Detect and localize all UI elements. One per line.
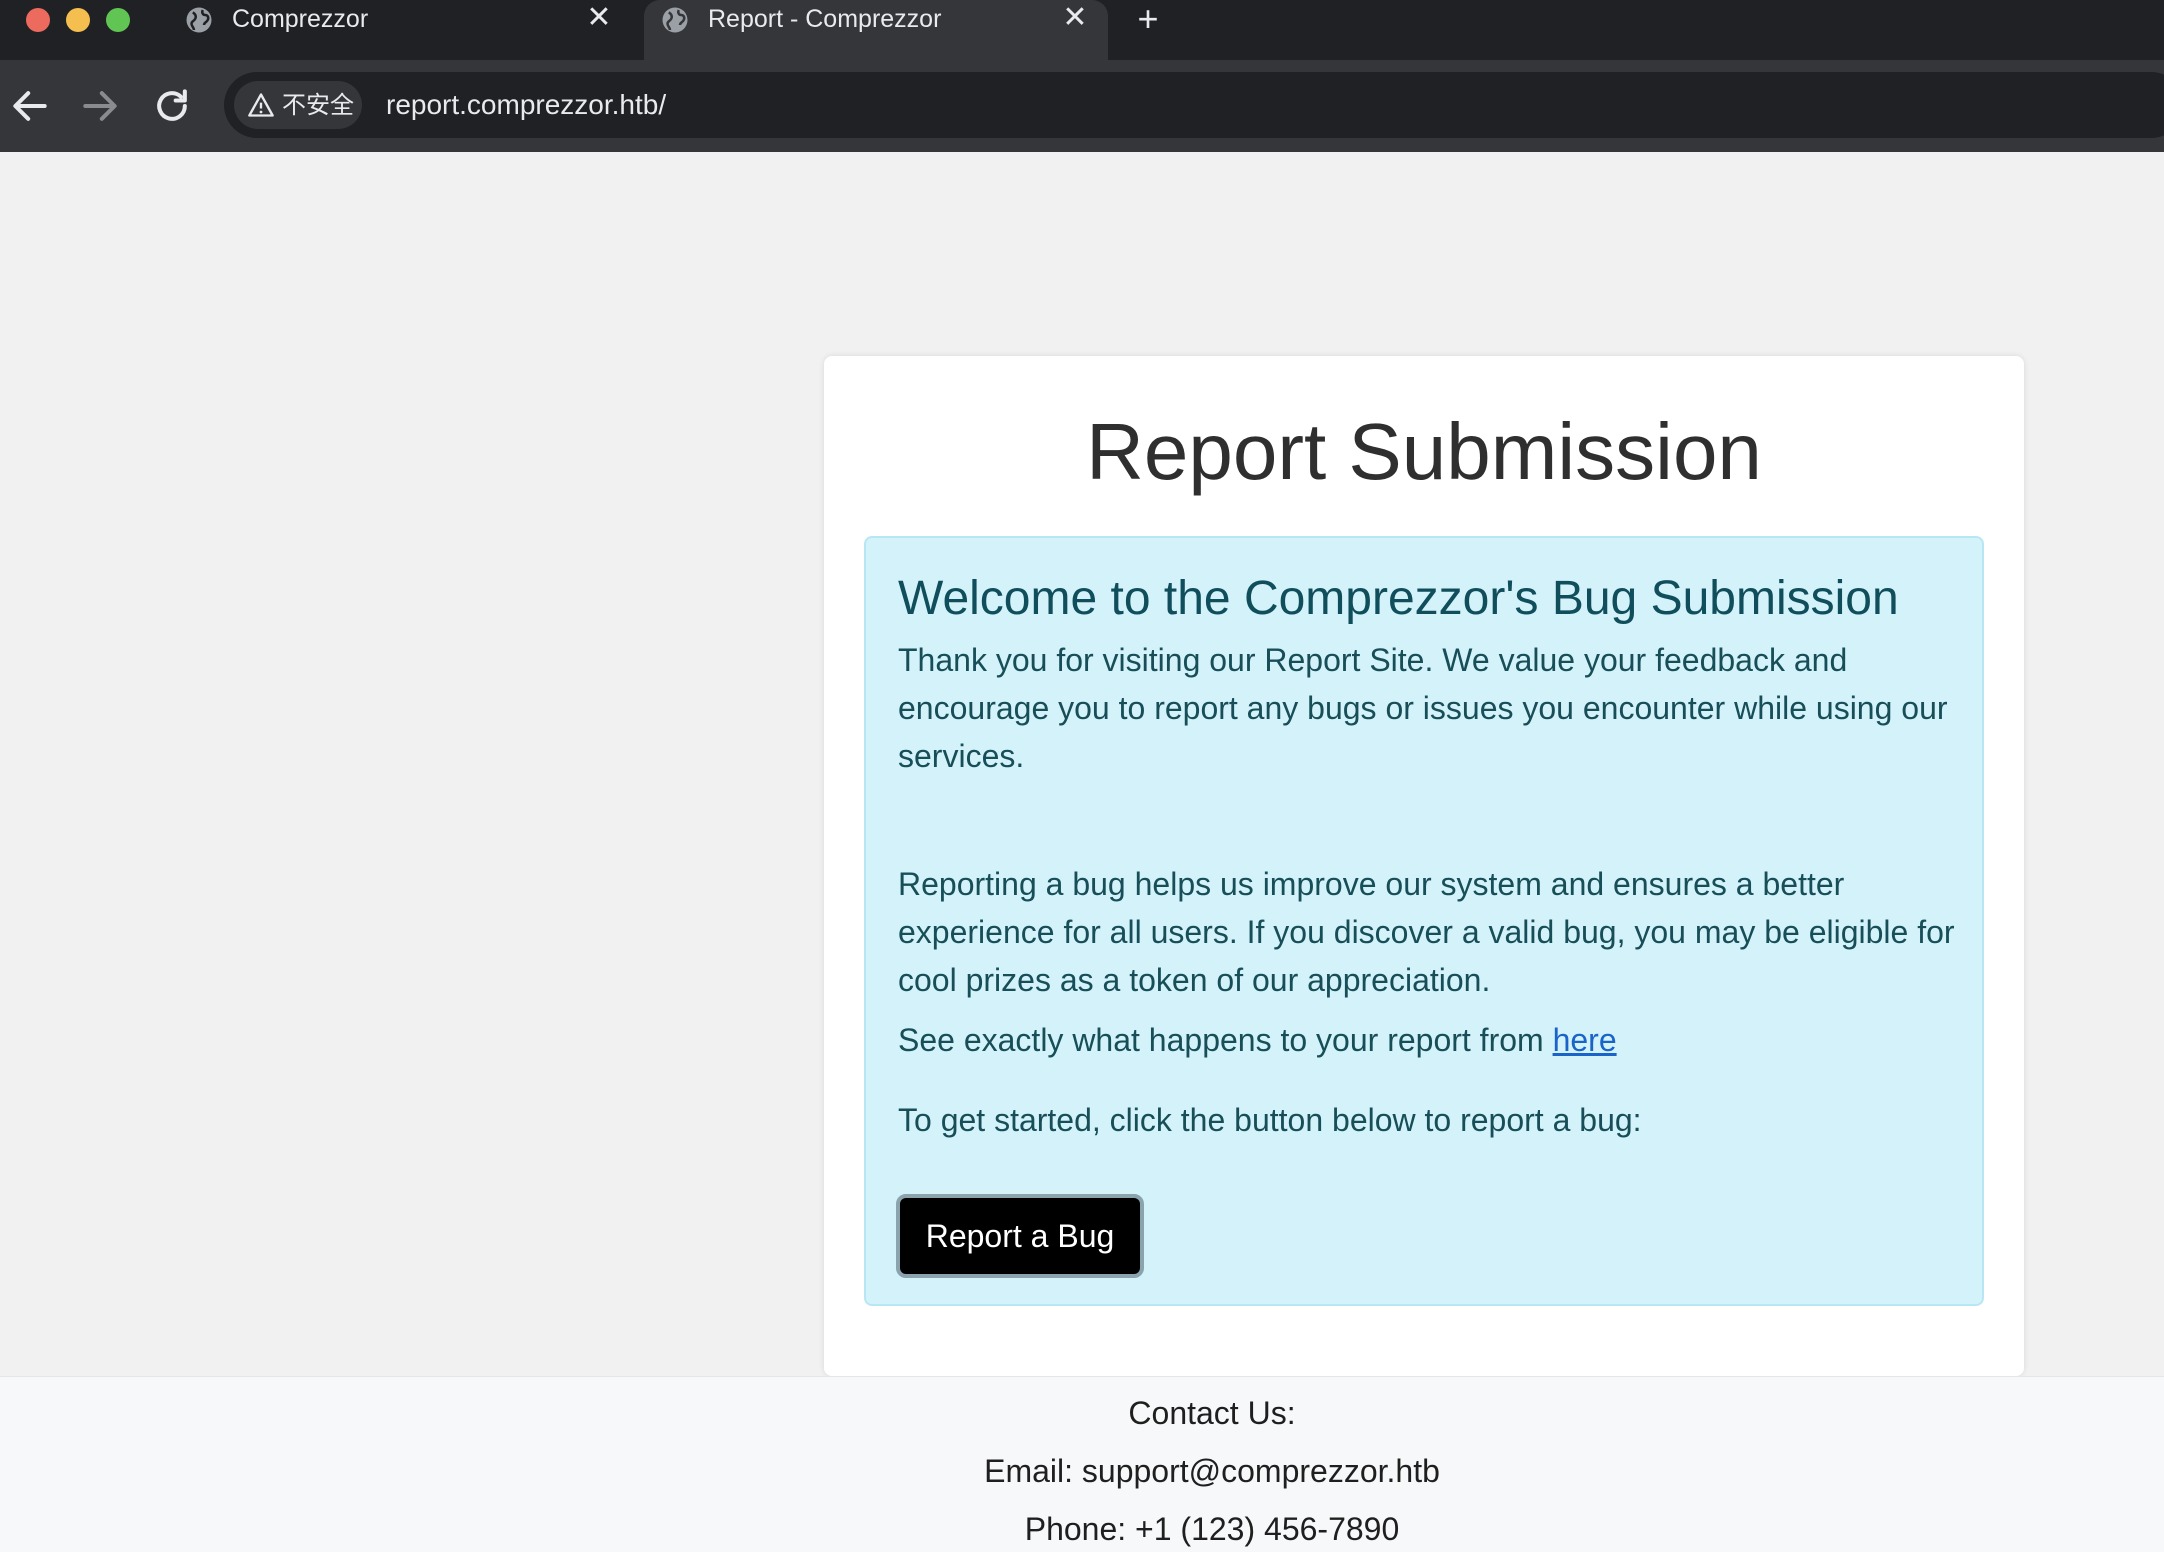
security-label: 不安全 [282,91,354,119]
prizes-paragraph: Reporting a bug helps us improve our sys… [898,866,1955,998]
forward-arrow-icon[interactable] [78,84,122,128]
security-indicator[interactable]: 不安全 [234,81,362,129]
minimize-window-button[interactable] [66,8,90,32]
page-body: Report Submission Welcome to the Comprez… [0,152,2164,1552]
alert-heading: Welcome to the Comprezzor's Bug Submissi… [898,572,1899,625]
reload-icon[interactable] [150,84,194,128]
footer: Contact Us: Email: support@comprezzor.ht… [0,1376,2164,1552]
warning-icon [248,93,274,117]
intro-paragraph: Thank you for visiting our Report Site. … [898,642,1948,774]
back-arrow-icon[interactable] [8,84,52,128]
process-paragraph: See exactly what happens to your report … [898,1016,1958,1064]
tab-title: Report - Comprezzor [708,5,942,33]
browser-toolbar: 不安全 report.comprezzor.htb/ [0,60,2164,152]
contact-email: Email: support@comprezzor.htb [984,1453,1440,1489]
globe-icon [662,7,688,33]
close-window-button[interactable] [26,8,50,32]
report-card: Report Submission Welcome to the Comprez… [824,356,2024,1376]
url-text[interactable]: report.comprezzor.htb/ [386,88,666,122]
browser-tab-bar: Comprezzor ✕ Report - Comprezzor ✕ + [0,0,2164,60]
report-bug-button[interactable]: Report a Bug [896,1194,1144,1278]
browser-tab-comprezzor[interactable]: Comprezzor ✕ [158,0,640,60]
close-tab-icon[interactable]: ✕ [584,2,614,34]
info-alert: Welcome to the Comprezzor's Bug Submissi… [864,536,1984,1306]
contact-heading: Contact Us: [1128,1395,1296,1431]
maximize-window-button[interactable] [106,8,130,32]
here-link[interactable]: here [1553,1022,1617,1058]
close-tab-icon[interactable]: ✕ [1060,2,1090,34]
address-bar[interactable]: 不安全 report.comprezzor.htb/ [224,72,2164,138]
new-tab-button[interactable]: + [1132,0,1164,38]
browser-tab-report[interactable]: Report - Comprezzor ✕ [644,0,1108,60]
tab-title: Comprezzor [232,5,369,33]
contact-phone: Phone: +1 (123) 456-7890 [1024,1511,1400,1547]
process-text: See exactly what happens to your report … [898,1022,1553,1058]
globe-icon [186,7,212,33]
page-title: Report Submission [1086,407,1762,496]
get-started-paragraph: To get started, click the button below t… [898,1102,1642,1138]
